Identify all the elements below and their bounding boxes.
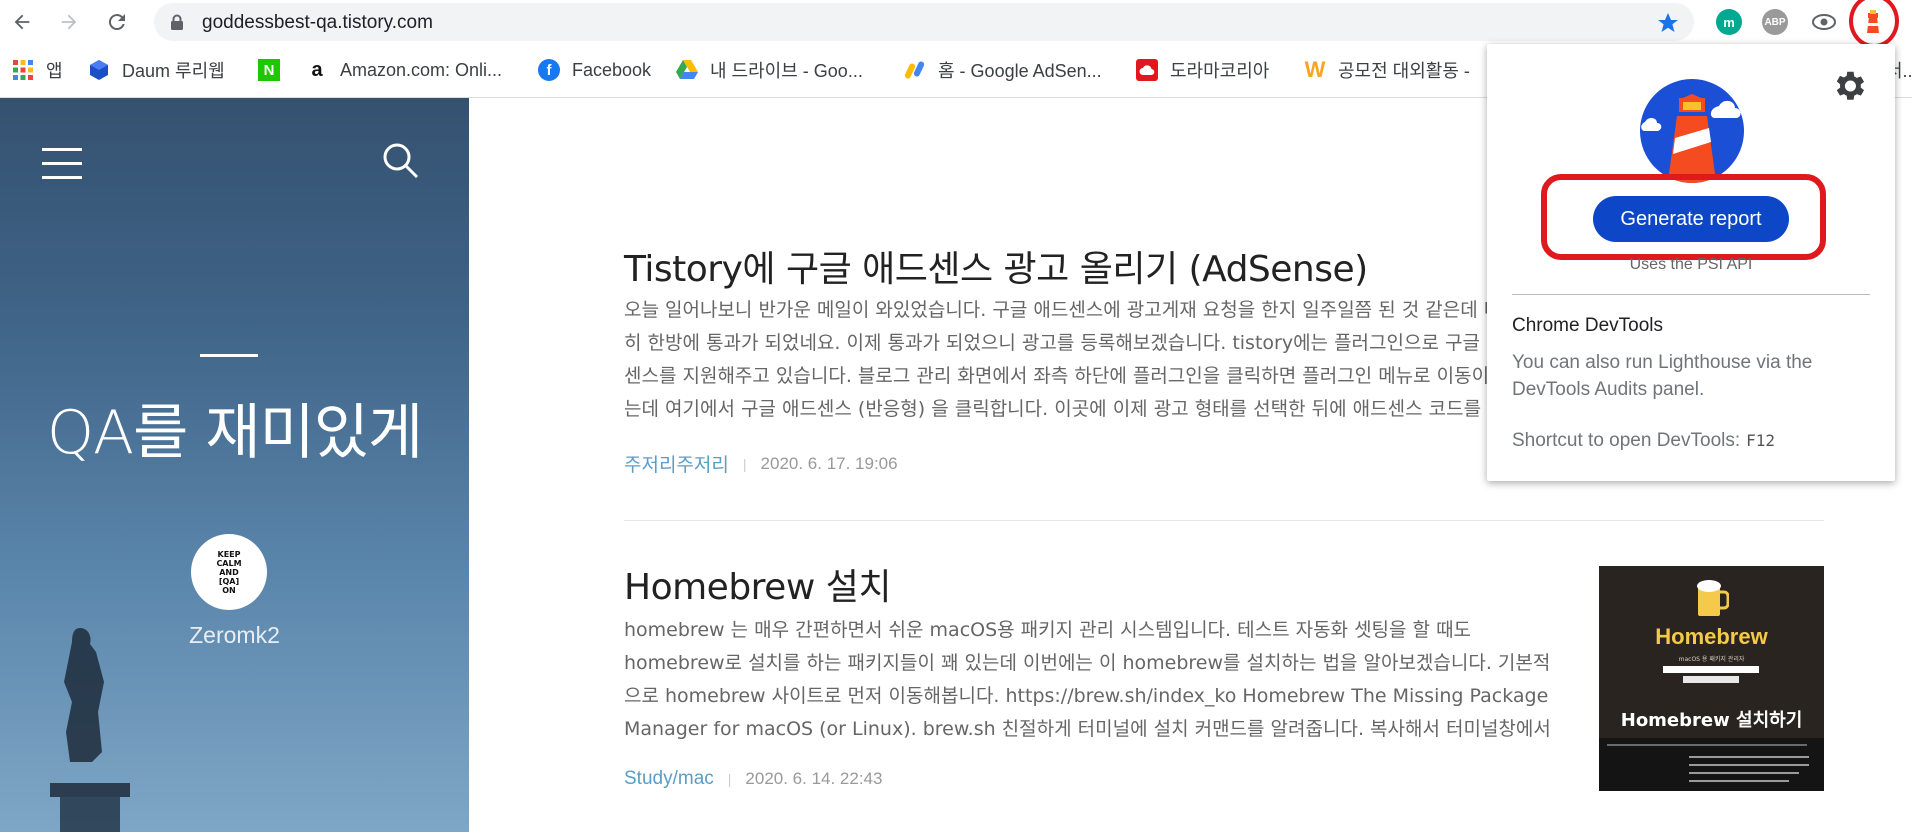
cube-icon <box>88 59 110 81</box>
terminal-line <box>1607 744 1807 746</box>
post-meta: 주저리주저리 | 2020. 6. 17. 19:06 <box>624 450 898 477</box>
generate-report-button[interactable]: Generate report <box>1593 196 1789 242</box>
bookmark-label: Amazon.com: Onli... <box>340 59 503 80</box>
search-icon[interactable] <box>382 142 420 180</box>
thumbnail-subtitle: macOS 용 패키지 관리자 <box>1678 656 1745 663</box>
w-logo-icon: W <box>1304 57 1326 82</box>
back-button[interactable] <box>8 8 36 36</box>
lighthouse-popup: Generate report Uses the PSI API Chrome … <box>1487 44 1895 481</box>
gear-icon[interactable] <box>1830 67 1868 105</box>
post-date: 2020. 6. 14. 22:43 <box>745 769 883 788</box>
devtools-heading: Chrome DevTools <box>1512 315 1663 336</box>
hamburger-menu-icon[interactable] <box>42 148 82 180</box>
post-excerpt[interactable]: 오늘 일어나보니 반가운 메일이 와있었습니다. 구글 애드센스에 광고게재 요… <box>624 294 1524 426</box>
lighthouse-highlight-circle <box>1849 0 1899 48</box>
bookmark-label: 공모전 대외활동 - <box>1338 61 1470 81</box>
post-thumbnail[interactable]: Homebrew macOS 용 패키지 관리자 Homebrew 설치하기 <box>1599 566 1824 791</box>
post-category-link[interactable]: Study/mac <box>624 768 714 790</box>
bookmark-contest[interactable]: W 공모전 대외활동 - <box>1304 56 1470 84</box>
terminal-line <box>1689 756 1809 758</box>
thumbnail-search-box <box>1663 666 1759 673</box>
devtools-description: You can also run Lighthouse via the DevT… <box>1512 352 1813 400</box>
bookmark-label: Facebook <box>572 59 652 80</box>
reload-button[interactable] <box>103 8 131 36</box>
blog-title[interactable]: QA를 재미있게 <box>0 384 469 471</box>
bookmark-apps[interactable]: 앱 <box>12 56 63 84</box>
bookmark-label: 내 드라이브 - Goo... <box>710 61 863 81</box>
thumbnail-terminal <box>1599 738 1824 791</box>
lock-icon <box>171 14 183 30</box>
bookmark-google-drive[interactable]: 내 드라이브 - Goo... <box>676 56 863 84</box>
eye-extension-icon[interactable] <box>1811 9 1837 35</box>
m-extension-icon[interactable]: m <box>1716 9 1742 35</box>
post-date: 2020. 6. 17. 19:06 <box>760 453 898 473</box>
back-arrow-icon <box>14 14 30 30</box>
title-dash-divider <box>200 354 258 357</box>
thumbnail-select-box <box>1683 676 1739 683</box>
bookmark-label: Daum 루리웹 <box>122 61 225 81</box>
terminal-line <box>1689 780 1789 782</box>
post-divider <box>624 520 1824 521</box>
bookmark-naver[interactable]: N <box>258 56 280 84</box>
post-excerpt[interactable]: homebrew 는 매우 간편하면서 쉬운 macOS용 패키지 관리 시스템… <box>624 614 1556 746</box>
meta-separator: | <box>727 771 732 787</box>
bookmark-label: 도라마코리아 <box>1170 61 1270 81</box>
amazon-icon: a <box>311 58 323 81</box>
avatar[interactable]: KEEP CALM AND [QA] ON <box>191 534 267 610</box>
post-category-link[interactable]: 주저리주저리 <box>624 450 729 477</box>
thumbnail-brand: Homebrew <box>1655 624 1768 649</box>
bookmark-adsense[interactable]: 홈 - Google AdSen... <box>904 56 1102 84</box>
address-bar[interactable]: goddessbest-qa.tistory.com <box>154 3 1694 41</box>
post-meta: Study/mac | 2020. 6. 14. 22:43 <box>624 768 882 790</box>
naver-icon: N <box>258 59 280 81</box>
statue-decoration-icon <box>50 628 130 832</box>
bookmark-dorama-korea[interactable]: 도라마코리아 <box>1136 56 1269 84</box>
devtools-shortcut: Shortcut to open DevTools: F12 <box>1512 430 1775 452</box>
adsense-icon <box>904 59 926 81</box>
reload-icon <box>108 14 125 31</box>
apps-grid-icon <box>12 59 34 81</box>
bookmark-label: 앱 <box>46 61 63 81</box>
blog-sidebar: QA를 재미있게 KEEP CALM AND [QA] ON Zeromk2 <box>0 98 469 832</box>
browser-toolbar: goddessbest-qa.tistory.com m ABP <box>0 0 1912 48</box>
bookmark-star-icon[interactable] <box>1656 11 1680 35</box>
bookmark-facebook[interactable]: f Facebook <box>538 56 651 84</box>
forward-arrow-icon <box>61 14 77 30</box>
terminal-line <box>1689 764 1809 766</box>
psi-api-note: Uses the PSI API <box>1629 256 1753 273</box>
cloud-icon <box>1136 59 1158 81</box>
forward-button[interactable] <box>55 8 83 36</box>
bookmark-label: 홈 - Google AdSen... <box>938 61 1102 81</box>
shortcut-label: Shortcut to open DevTools: <box>1512 430 1741 451</box>
facebook-icon: f <box>538 59 560 81</box>
avatar-keep-calm-text: KEEP CALM AND [QA] ON <box>216 549 242 595</box>
bookmark-amazon[interactable]: a Amazon.com: Onli... <box>306 56 502 84</box>
drive-icon <box>676 59 698 81</box>
shortcut-key: F12 <box>1746 431 1776 450</box>
lighthouse-logo-icon <box>1640 79 1744 183</box>
meta-separator: | <box>742 455 747 472</box>
beer-mug-icon <box>1697 580 1729 616</box>
bookmark-daum-ruliweb[interactable]: Daum 루리웹 <box>88 56 225 84</box>
thumbnail-heading: Homebrew 설치하기 <box>1620 710 1803 731</box>
adblock-extension-icon[interactable]: ABP <box>1762 9 1788 35</box>
terminal-line <box>1689 772 1799 774</box>
popup-divider <box>1512 294 1870 295</box>
url-text: goddessbest-qa.tistory.com <box>202 12 433 33</box>
